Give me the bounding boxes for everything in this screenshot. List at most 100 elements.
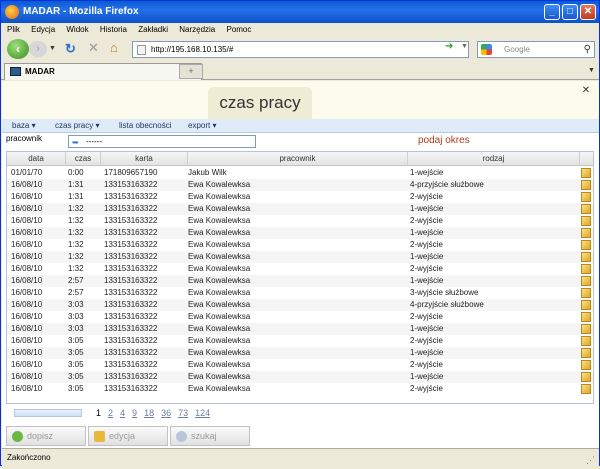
table-row[interactable]: 16/08/10 1:31 133153163322 Ewa Kowalewksa 4-… bbox=[7, 179, 593, 191]
new-tab-button[interactable]: + bbox=[179, 64, 203, 79]
table-cell-karta: 133153163322 bbox=[104, 252, 158, 261]
period-link[interactable]: podaj okres bbox=[418, 135, 470, 146]
employee-select[interactable]: ➥ ------ bbox=[68, 135, 256, 148]
page-link-73[interactable]: 73 bbox=[178, 408, 188, 418]
table-row[interactable]: 01/01/70 0:00 171809657190 Jakub Wilk 1-wejś… bbox=[7, 167, 593, 179]
search-icon[interactable]: ⚲ bbox=[584, 42, 591, 57]
edit-row-pencil-icon[interactable] bbox=[581, 324, 591, 334]
edit-row-pencil-icon[interactable] bbox=[581, 168, 591, 178]
search-box[interactable]: Google ⚲ bbox=[477, 41, 595, 58]
page-link-4[interactable]: 4 bbox=[120, 408, 125, 418]
edit-button[interactable]: edycja bbox=[88, 426, 168, 446]
table-row[interactable]: 16/08/10 1:32 133153163322 Ewa Kowalewksa 2-… bbox=[7, 263, 593, 275]
menu-item-historia[interactable]: Historia bbox=[100, 25, 127, 34]
edit-row-pencil-icon[interactable] bbox=[581, 252, 591, 262]
title-bar[interactable]: MADAR - Mozilla Firefox _ □ ✕ bbox=[1, 1, 599, 23]
page-size-box[interactable] bbox=[14, 409, 82, 417]
page-link-2[interactable]: 2 bbox=[108, 408, 113, 418]
go-arrow-icon[interactable]: ➔ bbox=[445, 41, 453, 52]
page-link-124[interactable]: 124 bbox=[195, 408, 210, 418]
edit-row-pencil-icon[interactable] bbox=[581, 336, 591, 346]
menu-item-edycja[interactable]: Edycja bbox=[31, 25, 55, 34]
table-row[interactable]: 16/08/10 3:03 133153163322 Ewa Kowalewksa 1-… bbox=[7, 323, 593, 335]
app-menu-czas-pracy[interactable]: czas pracy ▾ bbox=[55, 119, 99, 132]
url-bar[interactable]: http://195.168.10.135/# bbox=[132, 41, 469, 58]
table-row[interactable]: 16/08/10 1:32 133153163322 Ewa Kowalewksa 2-… bbox=[7, 239, 593, 251]
table-cell-rodzaj: 1-wejście bbox=[410, 372, 444, 381]
reload-icon[interactable]: ↻ bbox=[65, 41, 76, 57]
table-cell-pracownik: Ewa Kowalewksa bbox=[188, 276, 251, 285]
table-row[interactable]: 16/08/10 1:32 133153163322 Ewa Kowalewksa 2-… bbox=[7, 215, 593, 227]
edit-row-pencil-icon[interactable] bbox=[581, 228, 591, 238]
column-header-rodzaj[interactable]: rodzaj bbox=[408, 152, 580, 166]
table-row[interactable]: 16/08/10 3:05 133153163322 Ewa Kowalewksa 2-… bbox=[7, 359, 593, 371]
home-icon[interactable]: ⌂ bbox=[110, 40, 118, 55]
close-panel-icon[interactable]: ✕ bbox=[579, 84, 593, 98]
table-row[interactable]: 16/08/10 3:05 133153163322 Ewa Kowalewksa 2-… bbox=[7, 335, 593, 347]
table-cell-karta: 133153163322 bbox=[104, 276, 158, 285]
column-header-data[interactable]: data bbox=[7, 152, 66, 166]
edit-row-pencil-icon[interactable] bbox=[581, 216, 591, 226]
tab-list-dropdown-icon[interactable]: ▼ bbox=[588, 67, 595, 74]
history-dropdown-icon[interactable]: ▼ bbox=[49, 45, 56, 52]
minimize-button[interactable]: _ bbox=[544, 4, 560, 20]
table-cell-pracownik: Ewa Kowalewksa bbox=[188, 252, 251, 261]
page-link-1[interactable]: 1 bbox=[96, 408, 101, 418]
url-dropdown-icon[interactable]: ▼ bbox=[461, 43, 468, 50]
edit-row-pencil-icon[interactable] bbox=[581, 180, 591, 190]
column-header-pracownik[interactable]: pracownik bbox=[188, 152, 408, 166]
app-menu-baza[interactable]: baza ▾ bbox=[12, 119, 36, 132]
stop-icon[interactable]: ✕ bbox=[88, 40, 99, 56]
table-row[interactable]: 16/08/10 1:32 133153163322 Ewa Kowalewksa 1-… bbox=[7, 251, 593, 263]
table-cell-rodzaj: 2-wyjście bbox=[410, 384, 443, 393]
table-row[interactable]: 16/08/10 3:03 133153163322 Ewa Kowalewksa 2-… bbox=[7, 311, 593, 323]
column-header-karta[interactable]: karta bbox=[101, 152, 188, 166]
edit-row-pencil-icon[interactable] bbox=[581, 276, 591, 286]
edit-row-pencil-icon[interactable] bbox=[581, 300, 591, 310]
menu-item-pomoc[interactable]: Pomoc bbox=[226, 25, 251, 34]
back-button[interactable]: ‹ bbox=[7, 39, 29, 59]
edit-row-pencil-icon[interactable] bbox=[581, 264, 591, 274]
page-link-36[interactable]: 36 bbox=[161, 408, 171, 418]
app-menu-export[interactable]: export ▾ bbox=[188, 119, 216, 132]
table-row[interactable]: 16/08/10 3:05 133153163322 Ewa Kowalewksa 1-… bbox=[7, 347, 593, 359]
table-row[interactable]: 16/08/10 3:05 133153163322 Ewa Kowalewksa 1-… bbox=[7, 371, 593, 383]
table-row[interactable]: 16/08/10 3:03 133153163322 Ewa Kowalewksa 4-… bbox=[7, 299, 593, 311]
edit-row-pencil-icon[interactable] bbox=[581, 288, 591, 298]
google-icon[interactable] bbox=[481, 44, 492, 55]
add-button[interactable]: dopisz bbox=[6, 426, 86, 446]
table-row[interactable]: 16/08/10 3:05 133153163322 Ewa Kowalewksa 2-… bbox=[7, 383, 593, 395]
table-cell-czas: 1:32 bbox=[68, 228, 84, 237]
edit-row-pencil-icon[interactable] bbox=[581, 348, 591, 358]
edit-row-pencil-icon[interactable] bbox=[581, 384, 591, 394]
edit-row-pencil-icon[interactable] bbox=[581, 192, 591, 202]
search-button[interactable]: szukaj bbox=[170, 426, 250, 446]
app-menu-lista-obecnosci[interactable]: lista obecności bbox=[119, 119, 171, 132]
table-cell-rodzaj: 4-przyjście służbowe bbox=[410, 180, 484, 189]
edit-row-pencil-icon[interactable] bbox=[581, 360, 591, 370]
forward-button[interactable]: › bbox=[29, 41, 47, 57]
edit-row-pencil-icon[interactable] bbox=[581, 240, 591, 250]
table-row[interactable]: 16/08/10 2:57 133153163322 Ewa Kowalewksa 3-… bbox=[7, 287, 593, 299]
table-cell-pracownik: Ewa Kowalewksa bbox=[188, 324, 251, 333]
table-row[interactable]: 16/08/10 1:32 133153163322 Ewa Kowalewksa 1-… bbox=[7, 203, 593, 215]
table-row[interactable]: 16/08/10 2:57 133153163322 Ewa Kowalewksa 1-… bbox=[7, 275, 593, 287]
menu-item-narzedzia[interactable]: Narzędzia bbox=[179, 25, 215, 34]
edit-row-pencil-icon[interactable] bbox=[581, 372, 591, 382]
edit-row-pencil-icon[interactable] bbox=[581, 204, 591, 214]
table-row[interactable]: 16/08/10 1:31 133153163322 Ewa Kowalewksa 2-… bbox=[7, 191, 593, 203]
maximize-button[interactable]: □ bbox=[562, 4, 578, 20]
table-cell-czas: 3:05 bbox=[68, 336, 84, 345]
menu-item-plik[interactable]: Plik bbox=[7, 25, 20, 34]
resize-grip-icon[interactable]: ⋰ bbox=[586, 452, 595, 469]
table-row[interactable]: 16/08/10 1:32 133153163322 Ewa Kowalewksa 1-… bbox=[7, 227, 593, 239]
menu-item-widok[interactable]: Widok bbox=[66, 25, 88, 34]
page-link-18[interactable]: 18 bbox=[144, 408, 154, 418]
tab-madar[interactable]: MADAR bbox=[4, 63, 202, 80]
close-window-button[interactable]: ✕ bbox=[580, 4, 596, 20]
table-cell-data: 16/08/10 bbox=[11, 372, 43, 381]
page-link-9[interactable]: 9 bbox=[132, 408, 137, 418]
column-header-czas[interactable]: czas bbox=[66, 152, 101, 166]
menu-item-zakladki[interactable]: Zakładki bbox=[138, 25, 168, 34]
edit-row-pencil-icon[interactable] bbox=[581, 312, 591, 322]
